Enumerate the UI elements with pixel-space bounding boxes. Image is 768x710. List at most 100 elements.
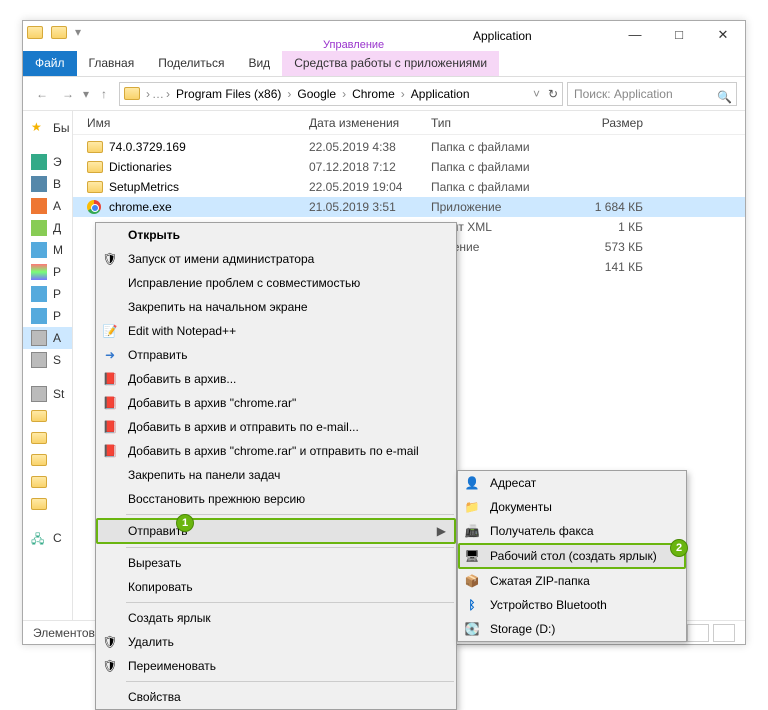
tab-share[interactable]: Поделиться [146, 51, 236, 76]
submenu-storage[interactable]: 💽Storage (D:) [458, 617, 686, 641]
submenu-fax[interactable]: 📠Получатель факса [458, 519, 686, 543]
close-button[interactable]: ✕ [701, 21, 745, 49]
breadcrumb-item[interactable]: Google [293, 87, 340, 101]
sidebar-item[interactable]: Э [23, 151, 72, 173]
col-size[interactable]: Размер [553, 116, 643, 130]
sidebar-item-network[interactable]: 🖧С [23, 527, 72, 549]
window-title: Application [473, 29, 532, 43]
file-row[interactable]: chrome.exe 21.05.2019 3:51 Приложение 1 … [73, 197, 745, 217]
rar-icon: 📕 [102, 419, 118, 435]
folder-icon [87, 141, 103, 153]
forward-button[interactable]: → [57, 83, 79, 105]
menu-send-to[interactable]: Отправить ▶ 1 [96, 518, 456, 544]
sidebar-item[interactable] [23, 449, 72, 471]
sidebar-item[interactable]: Р [23, 305, 72, 327]
contextual-tab-group: Управление [283, 39, 424, 51]
shield-icon: 🛡 [102, 251, 118, 267]
sidebar-item[interactable]: В [23, 173, 72, 195]
drive-icon: 💽 [464, 621, 480, 637]
breadcrumb[interactable]: › … › Program Files (x86) › Google › Chr… [119, 82, 563, 106]
submenu-desktop-shortcut[interactable]: 🖥 Рабочий стол (создать ярлык) 2 [458, 543, 686, 569]
col-type[interactable]: Тип [431, 116, 553, 130]
annotation-badge-2: 2 [670, 539, 688, 557]
search-input[interactable]: Поиск: Application 🔍 [567, 82, 737, 106]
chrome-icon [87, 200, 103, 214]
menu-cut[interactable]: Вырезать [96, 551, 456, 575]
view-details-button[interactable] [687, 624, 709, 642]
menu-run-as-admin[interactable]: 🛡Запуск от имени администратора [96, 247, 456, 271]
breadcrumb-dropdown-icon[interactable]: ˅ [533, 87, 540, 101]
menu-add-archive[interactable]: 📕Добавить в архив... [96, 367, 456, 391]
submenu-bluetooth[interactable]: ᛒУстройство Bluetooth [458, 593, 686, 617]
menu-send[interactable]: ➜Отправить [96, 343, 456, 367]
maximize-button[interactable]: □ [657, 21, 701, 49]
menu-add-chrome-rar[interactable]: 📕Добавить в архив "chrome.rar" [96, 391, 456, 415]
menu-add-email[interactable]: 📕Добавить в архив и отправить по e-mail.… [96, 415, 456, 439]
sidebar-item[interactable]: Р [23, 261, 72, 283]
sidebar-item-quick[interactable]: ★Бы [23, 117, 72, 139]
rar-icon: 📕 [102, 395, 118, 411]
submenu-documents[interactable]: 📁Документы [458, 495, 686, 519]
sidebar-item[interactable]: А [23, 327, 72, 349]
breadcrumb-item[interactable]: Application [407, 87, 474, 101]
history-dropdown-icon[interactable]: ▾ [83, 87, 89, 101]
refresh-icon[interactable]: ↻ [548, 87, 558, 101]
sidebar-item[interactable]: М [23, 239, 72, 261]
minimize-button[interactable]: — [613, 21, 657, 49]
file-row[interactable]: SetupMetrics 22.05.2019 19:04 Папка с фа… [73, 177, 745, 197]
back-button[interactable]: ← [31, 83, 53, 105]
menu-properties[interactable]: Свойства [96, 685, 456, 709]
bluetooth-icon: ᛒ [464, 597, 480, 613]
menu-separator [126, 681, 454, 682]
folder-icon [124, 87, 140, 100]
menu-open[interactable]: Открыть [96, 223, 456, 247]
menu-delete[interactable]: 🛡Удалить [96, 630, 456, 654]
sidebar-item[interactable] [23, 471, 72, 493]
send-icon: ➜ [102, 347, 118, 363]
sidebar-item[interactable]: Д [23, 217, 72, 239]
shield-icon: 🛡 [102, 658, 118, 674]
sidebar-item[interactable]: S [23, 349, 72, 371]
column-headers: Имя Дата изменения Тип Размер [73, 111, 745, 135]
monitor-icon: 🖥 [464, 548, 480, 564]
menu-rename[interactable]: 🛡Переименовать [96, 654, 456, 678]
sidebar-item[interactable]: Р [23, 283, 72, 305]
menu-create-shortcut[interactable]: Создать ярлык [96, 606, 456, 630]
breadcrumb-item[interactable]: Program Files (x86) [172, 87, 285, 101]
tab-app-tools[interactable]: Средства работы с приложениями [282, 51, 499, 76]
menu-restore-version[interactable]: Восстановить прежнюю версию [96, 487, 456, 511]
menu-compat[interactable]: Исправление проблем с совместимостью [96, 271, 456, 295]
folder-icon[interactable] [51, 26, 67, 39]
tab-view[interactable]: Вид [236, 51, 282, 76]
menu-copy[interactable]: Копировать [96, 575, 456, 599]
menu-add-chrome-email[interactable]: 📕Добавить в архив "chrome.rar" и отправи… [96, 439, 456, 463]
col-name[interactable]: Имя [87, 116, 309, 130]
folder-icon [87, 161, 103, 173]
tab-home[interactable]: Главная [77, 51, 147, 76]
breadcrumb-item[interactable]: Chrome [348, 87, 399, 101]
annotation-badge-1: 1 [176, 514, 194, 532]
fax-icon: 📠 [464, 523, 480, 539]
file-row[interactable]: 74.0.3729.169 22.05.2019 4:38 Папка с фа… [73, 137, 745, 157]
notepad-icon: 📝 [102, 323, 118, 339]
qat-dropdown-icon[interactable]: ▾ [75, 25, 81, 39]
sidebar-item[interactable] [23, 427, 72, 449]
view-icons-button[interactable] [713, 624, 735, 642]
sidebar-item[interactable] [23, 405, 72, 427]
menu-edit-notepadpp[interactable]: 📝Edit with Notepad++ [96, 319, 456, 343]
menu-pin-start[interactable]: Закрепить на начальном экране [96, 295, 456, 319]
sidebar-item[interactable]: А [23, 195, 72, 217]
up-button[interactable]: ↑ [93, 83, 115, 105]
col-date[interactable]: Дата изменения [309, 116, 431, 130]
sidebar-item[interactable]: St [23, 383, 72, 405]
submenu-recipient[interactable]: 👤Адресат [458, 471, 686, 495]
rar-icon: 📕 [102, 443, 118, 459]
file-row[interactable]: Dictionaries 07.12.2018 7:12 Папка с фай… [73, 157, 745, 177]
menu-pin-taskbar[interactable]: Закрепить на панели задач [96, 463, 456, 487]
tab-file[interactable]: Файл [23, 51, 77, 76]
navigation-pane: ★Бы Э В А Д М Р Р Р А S St 🖧С [23, 111, 73, 620]
zip-icon: 📦 [464, 573, 480, 589]
documents-icon: 📁 [464, 499, 480, 515]
submenu-zip[interactable]: 📦Сжатая ZIP-папка [458, 569, 686, 593]
sidebar-item[interactable] [23, 493, 72, 515]
